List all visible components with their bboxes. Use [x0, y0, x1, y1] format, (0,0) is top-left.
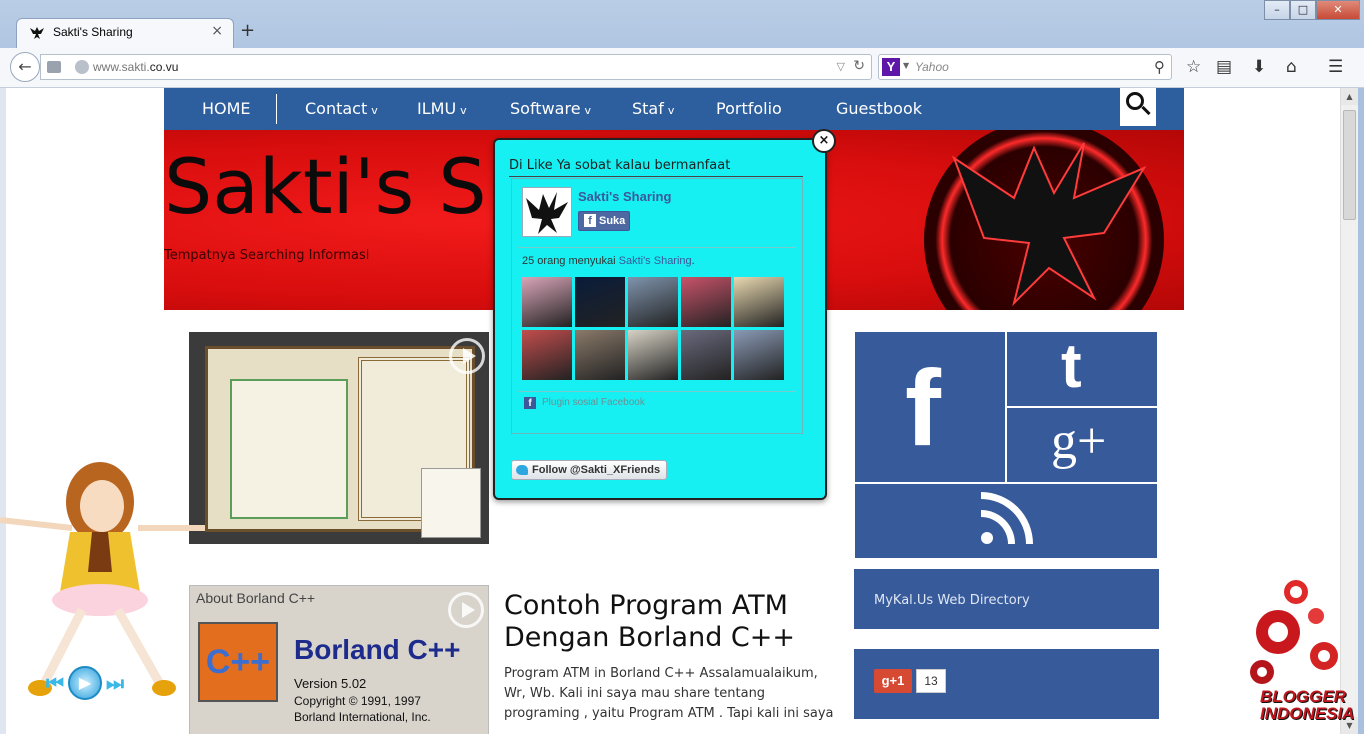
tab-close-icon[interactable]: × — [211, 23, 223, 39]
search-bar[interactable]: Y ▼ Yahoo ⚲ — [878, 54, 1172, 80]
thumb-brand: Borland C++ — [294, 634, 461, 665]
reload-icon[interactable]: ↻ — [853, 58, 865, 74]
blogger-indonesia-badge[interactable]: BLOGGER INDONESIA — [1236, 576, 1354, 726]
post-thumbnail-quran[interactable] — [189, 332, 489, 544]
nav-divider — [276, 94, 277, 124]
play-video-icon[interactable] — [449, 338, 485, 374]
tab-groups-icon[interactable] — [47, 61, 61, 73]
browser-toolbar: ← www.sakti.co.vu ▽ ↻ Y ▼ Yahoo ⚲ ☆ ▤ ⬇ … — [0, 48, 1364, 88]
reading-list-icon[interactable]: ▤ — [1216, 57, 1232, 77]
badge-text: BLOGGER INDONESIA — [1260, 687, 1355, 723]
new-tab-button[interactable]: + — [240, 20, 255, 41]
nav-staf[interactable]: Staf v — [632, 99, 674, 118]
thumb-caption: About Borland C++ — [196, 590, 316, 606]
bookmark-star-icon[interactable]: ☆ — [1186, 57, 1201, 77]
previous-track-icon[interactable]: ⏮ — [46, 671, 64, 695]
window-close-button[interactable]: ✕ — [1316, 0, 1360, 20]
window-controls: – □ ✕ — [1264, 0, 1360, 20]
facebook-plugin-link[interactable]: Plugin sosial Facebook — [524, 397, 645, 409]
address-bar[interactable]: www.sakti.co.vu ▽ ↻ — [40, 54, 872, 80]
history-dropdown-icon[interactable]: ▽ — [837, 60, 845, 73]
liker-avatar[interactable] — [522, 330, 572, 380]
back-button[interactable]: ← — [10, 52, 40, 82]
tab-title: Sakti's Sharing — [53, 25, 133, 39]
search-placeholder: Yahoo — [915, 60, 949, 74]
liker-avatar[interactable] — [734, 277, 784, 327]
liker-avatar[interactable] — [628, 277, 678, 327]
page-name-link[interactable]: Sakti's Sharing — [578, 189, 671, 204]
googleplus-tile[interactable]: g+ — [1007, 408, 1157, 482]
globe-icon — [75, 60, 89, 74]
site-navigation: HOME Contact v ILMU v Software v Staf v Port… — [164, 88, 1184, 130]
play-icon[interactable]: ▶ — [68, 666, 102, 700]
web-directory-link[interactable]: MyKal.Us Web Directory — [874, 593, 1030, 608]
music-player: ⏮ ▶ ⏭ — [46, 666, 124, 700]
play-video-icon[interactable] — [448, 592, 484, 628]
nav-ilmu[interactable]: ILMU v — [417, 99, 467, 118]
post-thumbnail-borland[interactable]: About Borland C++ C++ Borland C++ Versio… — [189, 585, 489, 734]
likes-page-link[interactable]: Sakti's Sharing — [619, 255, 692, 267]
thumb-copyright-2: Borland International, Inc. — [294, 710, 431, 724]
yahoo-icon[interactable]: Y — [882, 58, 900, 76]
site-tagline: Tempatnya Searching Informasi — [164, 248, 370, 263]
thumb-version: Version 5.02 — [294, 676, 367, 691]
facebook-icon: f — [905, 347, 941, 468]
scroll-thumb[interactable] — [1343, 110, 1356, 220]
arrow-left-icon: ← — [18, 57, 32, 76]
googleplus-icon: g+ — [1051, 413, 1107, 470]
scroll-up-icon[interactable]: ▲ — [1341, 88, 1358, 105]
gplus-widget: g+1 13 — [854, 649, 1159, 719]
gplus-one-button[interactable]: g+1 — [874, 669, 912, 693]
nav-home[interactable]: HOME — [202, 99, 251, 118]
nav-portfolio[interactable]: Portfolio — [716, 99, 782, 118]
browser-tab[interactable]: Sakti's Sharing × — [16, 18, 234, 48]
popup-heading: Di Like Ya sobat kalau bermanfaat — [509, 158, 731, 173]
twitter-icon: t — [1061, 332, 1082, 401]
nav-contact[interactable]: Contact v — [305, 99, 378, 118]
rss-tile[interactable] — [855, 484, 1157, 558]
popup-close-button[interactable]: × — [812, 129, 836, 153]
liker-avatar[interactable] — [681, 277, 731, 327]
site-title[interactable]: Sakti's S — [164, 142, 487, 231]
liker-faces-grid — [522, 277, 786, 380]
liker-avatar[interactable] — [522, 277, 572, 327]
menu-icon[interactable]: ☰ — [1328, 57, 1343, 77]
search-icon[interactable]: ⚲ — [1154, 58, 1165, 76]
like-button[interactable]: Suka — [578, 211, 630, 231]
twitter-tile[interactable]: t — [1007, 332, 1157, 406]
facebook-like-popup: Di Like Ya sobat kalau bermanfaat Sakti'… — [493, 138, 827, 500]
liker-avatar[interactable] — [628, 330, 678, 380]
nav-software[interactable]: Software v — [510, 99, 591, 118]
gplus-count: 13 — [916, 669, 946, 693]
borland-logo-icon: C++ — [198, 622, 278, 702]
eagle-logo-icon — [951, 142, 1147, 307]
minimize-button[interactable]: – — [1264, 0, 1290, 20]
maximize-button[interactable]: □ — [1290, 0, 1316, 20]
nav-guestbook[interactable]: Guestbook — [836, 99, 922, 118]
facebook-likebox: Sakti's Sharing Suka 25 orang menyukai S… — [511, 178, 803, 434]
blogger-logo-icon — [1250, 580, 1338, 684]
facebook-tile[interactable]: f — [855, 332, 1005, 482]
next-track-icon[interactable]: ⏭ — [106, 671, 124, 695]
twitter-follow-button[interactable]: Follow @Sakti_XFriends — [511, 460, 667, 480]
url-text[interactable]: www.sakti.co.vu — [93, 60, 178, 74]
liker-avatar[interactable] — [734, 330, 784, 380]
eagle-favicon-icon — [30, 27, 44, 39]
page-avatar[interactable] — [522, 187, 572, 237]
liker-avatar[interactable] — [681, 330, 731, 380]
downloads-icon[interactable]: ⬇ — [1252, 57, 1266, 77]
likes-count-text: 25 orang menyukai Sakti's Sharing. — [522, 255, 695, 267]
home-icon[interactable]: ⌂ — [1286, 57, 1297, 77]
web-directory-widget[interactable]: MyKal.Us Web Directory — [854, 569, 1159, 629]
site-search-button[interactable] — [1120, 88, 1156, 126]
post-title[interactable]: Contoh Program ATM Dengan Borland C++ — [504, 590, 834, 654]
engine-dropdown-icon[interactable]: ▼ — [903, 61, 909, 70]
liker-avatar[interactable] — [575, 330, 625, 380]
liker-avatar[interactable] — [575, 277, 625, 327]
browser-chrome: Sakti's Sharing × + – □ ✕ ← www.sakti.co… — [0, 0, 1364, 88]
thumb-copyright-1: Copyright © 1991, 1997 — [294, 694, 421, 708]
eagle-logo-icon — [526, 192, 568, 234]
post-excerpt: Program ATM in Borland C++ Assalamualaik… — [504, 666, 834, 721]
